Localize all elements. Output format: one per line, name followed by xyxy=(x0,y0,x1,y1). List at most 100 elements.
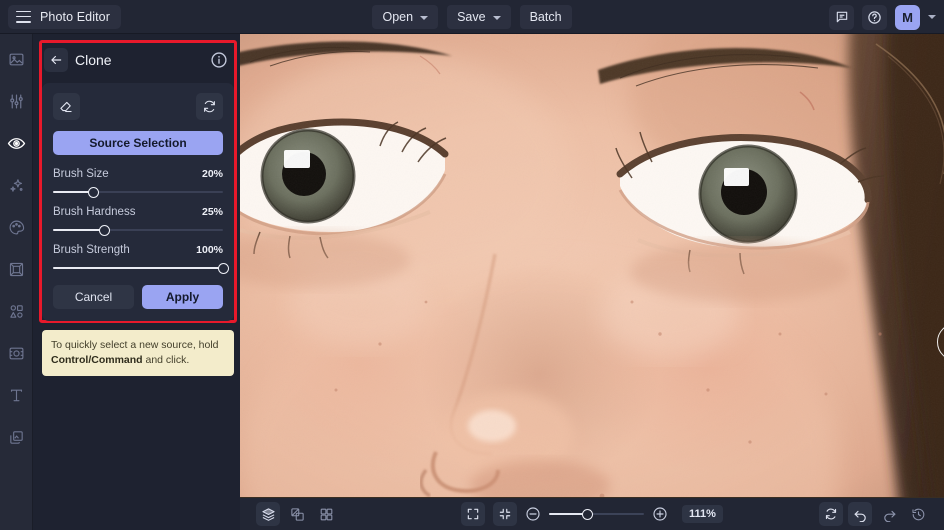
account-chevron-down-icon[interactable] xyxy=(928,15,936,19)
save-button[interactable]: Save xyxy=(447,5,511,29)
fit-screen-button[interactable] xyxy=(461,502,486,526)
actual-size-button[interactable] xyxy=(493,502,518,526)
sidebar-item-crop[interactable] xyxy=(3,256,29,282)
apply-button[interactable]: Apply xyxy=(142,285,223,309)
reset-view-button[interactable] xyxy=(819,502,843,526)
brush-hardness-value: 25% xyxy=(201,206,223,218)
hamburger-icon xyxy=(16,10,31,23)
open-button[interactable]: Open xyxy=(372,5,439,29)
brush-strength-header: Brush Strength 100% xyxy=(53,244,223,256)
text-icon xyxy=(10,389,22,401)
brush-strength-slider[interactable] xyxy=(53,262,229,274)
batch-button[interactable]: Batch xyxy=(519,5,572,29)
app-title: Photo Editor xyxy=(40,9,110,24)
reset-icon xyxy=(825,508,837,520)
brush-hardness-fill xyxy=(53,229,104,231)
retouch-eye-icon xyxy=(7,137,25,149)
brush-hardness-knob[interactable] xyxy=(98,224,110,236)
tool-panel: Clone Source Selection Brush Size 20% Br… xyxy=(33,34,240,530)
reset-button[interactable] xyxy=(196,93,223,120)
back-button[interactable] xyxy=(44,48,68,72)
history-button[interactable] xyxy=(906,502,930,526)
history-icon xyxy=(911,508,924,520)
brush-size-value: 20% xyxy=(201,168,223,180)
source-selection-label: Source Selection xyxy=(89,136,187,150)
compare-split-icon xyxy=(290,507,304,521)
zoom-out-button[interactable] xyxy=(525,506,541,522)
redo-icon xyxy=(883,510,895,522)
sidebar-item-effects[interactable] xyxy=(3,172,29,198)
fit-screen-icon xyxy=(467,508,479,520)
bottom-left-tools xyxy=(256,502,338,526)
sidebar-item-shapes[interactable] xyxy=(3,298,29,324)
avatar[interactable]: M xyxy=(895,4,920,30)
zoom-slider-knob[interactable] xyxy=(581,508,593,520)
sidebar-item-retouch[interactable] xyxy=(3,130,29,156)
brush-hardness-label: Brush Hardness xyxy=(53,206,136,218)
crop-frame-icon xyxy=(9,262,23,276)
brush-size-slider[interactable] xyxy=(53,186,223,198)
image-canvas[interactable] xyxy=(240,34,944,497)
source-selection-button[interactable]: Source Selection xyxy=(53,131,223,155)
eraser-icon xyxy=(60,101,72,113)
batch-label: Batch xyxy=(529,10,562,24)
brush-size-group: Brush Size 20% xyxy=(53,168,223,198)
brush-hardness-slider[interactable] xyxy=(53,224,223,236)
sidebar-item-adjustments[interactable] xyxy=(3,88,29,114)
grid-icon xyxy=(320,508,332,520)
sidebar-item-color[interactable] xyxy=(3,214,29,240)
grid-button[interactable] xyxy=(314,502,338,526)
chevron-down-icon xyxy=(492,15,501,20)
brush-strength-fill xyxy=(53,267,223,269)
avatar-initial: M xyxy=(902,9,913,25)
redo-button[interactable] xyxy=(877,502,901,526)
tool-actions-row xyxy=(53,93,223,120)
layers-button[interactable] xyxy=(256,502,280,526)
image-icon xyxy=(9,53,23,65)
palette-icon xyxy=(9,220,24,234)
open-label: Open xyxy=(382,10,414,24)
clone-settings-card: Source Selection Brush Size 20% Brush Ha… xyxy=(42,83,234,321)
eraser-button[interactable] xyxy=(53,93,80,120)
zoom-slider[interactable] xyxy=(549,508,645,520)
brush-strength-knob[interactable] xyxy=(217,262,229,274)
reset-icon xyxy=(204,100,215,113)
brush-hardness-header: Brush Hardness 25% xyxy=(53,206,223,218)
help-button[interactable] xyxy=(862,4,887,30)
cancel-button[interactable]: Cancel xyxy=(53,285,134,309)
chevron-down-icon xyxy=(420,15,429,20)
hint-tooltip: To quickly select a new source, hold Con… xyxy=(42,330,234,377)
brush-hardness-group: Brush Hardness 25% xyxy=(53,206,223,236)
hint-text-bold: Control/Command xyxy=(51,354,143,367)
zoom-in-button[interactable] xyxy=(652,506,668,522)
sidebar-item-layers[interactable] xyxy=(3,424,29,450)
compare-button[interactable] xyxy=(285,502,309,526)
brush-size-knob[interactable] xyxy=(88,186,100,198)
top-right-actions: M xyxy=(829,0,936,34)
info-circle-icon[interactable] xyxy=(210,51,228,69)
sidebar-item-image[interactable] xyxy=(3,46,29,72)
panel-content: Clone Source Selection Brush Size 20% Br… xyxy=(42,43,234,321)
portrait-photo xyxy=(240,34,944,497)
feedback-button[interactable] xyxy=(829,4,854,30)
panel-header: Clone xyxy=(42,43,234,77)
app-menu-button[interactable]: Photo Editor xyxy=(8,4,121,29)
apply-label: Apply xyxy=(165,290,200,304)
zoom-level-value[interactable]: 111% xyxy=(682,505,723,523)
layers-icon xyxy=(261,507,275,521)
brush-size-header: Brush Size 20% xyxy=(53,168,223,180)
history-controls xyxy=(819,502,930,526)
arrow-left-icon xyxy=(51,55,62,65)
collapse-arrows-icon xyxy=(499,508,511,520)
layers-copy-icon xyxy=(9,430,23,444)
hint-text-after: and click. xyxy=(142,354,190,367)
magic-sparkle-icon xyxy=(9,178,23,192)
panel-action-buttons: Cancel Apply xyxy=(53,285,223,309)
undo-icon xyxy=(854,510,866,522)
sidebar-item-background[interactable] xyxy=(3,340,29,366)
comment-icon xyxy=(836,11,847,23)
undo-button[interactable] xyxy=(848,502,872,526)
sidebar-item-text[interactable] xyxy=(3,382,29,408)
bottom-toolbar: 111% xyxy=(240,497,944,530)
tool-rail xyxy=(0,34,33,530)
